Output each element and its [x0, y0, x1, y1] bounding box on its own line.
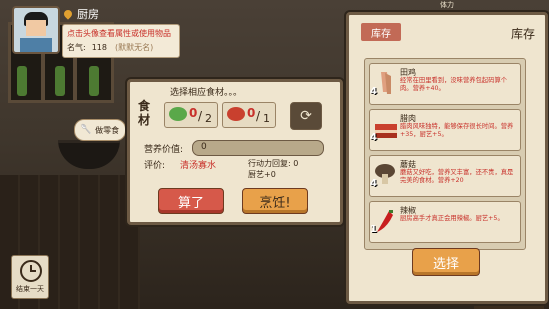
select-prompt: 选择相应食材。。。 [170, 88, 243, 98]
fame-value: 118 [91, 43, 107, 52]
spatula-icon: 🥄 [80, 125, 93, 135]
vegetable-icon [169, 107, 187, 121]
inventory-item[interactable]: 1 辣椒 厨房高手才真正会用辣椒。厨艺+5。 [369, 201, 521, 243]
evaluation-value: 清汤寡水 [180, 161, 217, 171]
location-pin-icon [62, 8, 74, 20]
item-quantity: 1 [370, 224, 377, 235]
cancel-button[interactable]: 算了 [158, 188, 224, 214]
fame-row: 名气: 118 (默默无名) [67, 42, 153, 53]
inventory-title: 库存 [510, 27, 535, 41]
nutrition-value: 0 [201, 142, 207, 152]
slot-separator: / [256, 109, 261, 123]
slot-need-count: 2 [205, 112, 212, 125]
stamina-tab[interactable]: 体力 [440, 1, 454, 9]
ingredient-slot-meat[interactable]: 0 / 1 [222, 102, 276, 128]
avatar-hint: 点击头像查看属性或使用物品 [67, 29, 171, 38]
item-quantity: 4 [370, 86, 377, 97]
wok [58, 140, 120, 169]
slot-have-count: 0 [189, 106, 198, 120]
ingredients-label: 食材 [138, 99, 151, 127]
inventory-panel: 库存 库存 4 田鸡 经常在田里看到，没味营养包起码算个肉。营养+40。 4 腊… [346, 12, 548, 304]
item-description: 蘑菇又好吃，营养又丰富，还不贵，真是完美的食材。营养+20 [400, 169, 514, 184]
nutrition-bar: 0 [192, 140, 324, 156]
fame-label: 名气: [67, 43, 86, 52]
inventory-item[interactable]: 4 田鸡 经常在田里看到，没味营养包起码算个肉。营养+40。 [369, 63, 521, 105]
refresh-icon[interactable]: ⟳ [290, 102, 322, 130]
inventory-item[interactable]: 4 蘑菇 蘑菇又好吃，营养又丰富，还不贵，真是完美的食材。营养+20 [369, 155, 521, 197]
tab-inventory[interactable]: 库存 [361, 23, 401, 41]
nutrition-label: 营养价值: [144, 145, 184, 155]
meat-icon [227, 107, 245, 121]
end-day-button[interactable]: 结束一天 [11, 255, 49, 299]
evaluation-label: 评价: [144, 161, 166, 171]
action-point-regen: 行动力回复: 0 [248, 159, 299, 168]
item-quantity: 4 [370, 178, 377, 189]
inventory-item[interactable]: 4 腊肉 腊肉风味独特，能够保存很长时间。营养+35，厨艺+5。 [369, 109, 521, 151]
cooking-panel: 选择相应食材。。。 食材 0 / 2 0 / 1 ⟳ 营养价值: 0 评价: 清… [127, 79, 343, 225]
fame-title: (默默无名) [114, 43, 154, 52]
top-tabs: 体力 [440, 0, 540, 10]
location-name: 厨房 [77, 8, 99, 21]
player-info-card[interactable]: 点击头像查看属性或使用物品 名气: 118 (默默无名) [62, 24, 180, 58]
cook-snack-label: 做零食 [95, 125, 120, 135]
slot-need-count: 1 [263, 112, 270, 125]
item-quantity: 4 [370, 132, 377, 143]
cook-button[interactable]: 烹饪! [242, 188, 308, 214]
player-avatar[interactable] [12, 6, 60, 54]
item-description: 腊肉风味独特，能够保存很长时间。营养+35，厨艺+5。 [400, 123, 514, 138]
select-button[interactable]: 选择 [412, 248, 480, 276]
slot-have-count: 0 [247, 106, 256, 120]
inventory-list[interactable]: 4 田鸡 经常在田里看到，没味营养包起码算个肉。营养+40。 4 腊肉 腊肉风味… [364, 58, 526, 250]
clock-icon [20, 260, 42, 282]
end-day-label: 结束一天 [16, 285, 44, 293]
item-description: 厨房高手才真正会用辣椒。厨艺+5。 [400, 215, 504, 222]
cook-snack-button[interactable]: 🥄 做零食 [74, 119, 126, 141]
ingredient-slot-vegetable[interactable]: 0 / 2 [164, 102, 218, 128]
cooking-skill: 厨艺+0 [248, 170, 276, 179]
slot-separator: / [198, 109, 203, 123]
location-label: 厨房 [62, 6, 99, 22]
item-description: 经常在田里看到，没味营养包起码算个肉。营养+40。 [400, 77, 508, 92]
